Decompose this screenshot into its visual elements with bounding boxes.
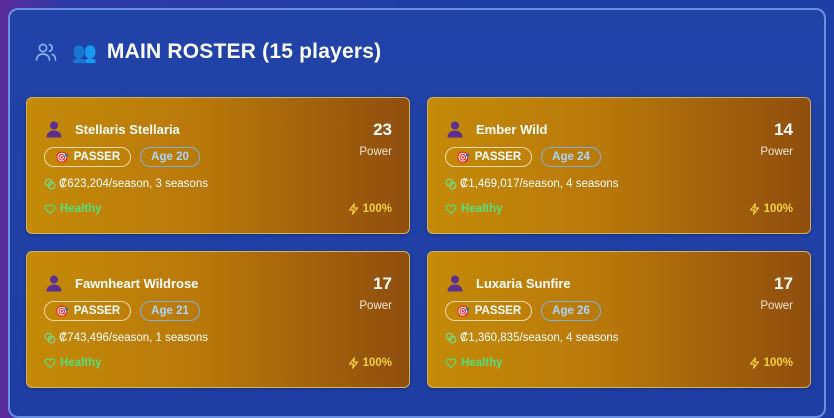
position-label: PASSER xyxy=(474,151,522,163)
player-name-row: Ember Wild xyxy=(446,120,547,138)
age-badge: Age 21 xyxy=(140,301,200,321)
person-icon xyxy=(46,275,62,292)
age-badge: Age 26 xyxy=(541,301,601,321)
target-icon: 🎯 xyxy=(456,151,470,164)
energy-text: 100% xyxy=(763,203,793,215)
power-label: Power xyxy=(760,300,793,312)
power-label: Power xyxy=(359,146,392,158)
lightning-icon xyxy=(749,203,759,215)
health-status: Healthy xyxy=(44,357,102,369)
salary-row: ₡1,469,017/season, 4 seasons xyxy=(445,178,619,190)
health-text: Healthy xyxy=(461,203,503,215)
player-name-row: Luxaria Sunfire xyxy=(446,274,571,292)
roster-title: MAIN ROSTER (15 players) xyxy=(106,40,382,63)
position-badge: 🎯 PASSER xyxy=(44,147,132,167)
position-label: PASSER xyxy=(474,305,522,317)
power-value: 17 xyxy=(774,274,793,293)
player-name: Stellaris Stellaria xyxy=(75,121,180,137)
energy-status: 100% xyxy=(348,357,392,369)
player-name: Luxaria Sunfire xyxy=(476,275,571,291)
player-name: Ember Wild xyxy=(476,121,548,137)
money-icon xyxy=(44,178,56,190)
heart-icon xyxy=(44,204,56,215)
player-card[interactable]: Ember Wild 🎯 PASSER Age 24 ₡1,469,017/sea… xyxy=(427,97,811,234)
position-badge: 🎯 PASSER xyxy=(445,301,533,321)
money-icon xyxy=(44,332,56,344)
person-icon xyxy=(46,121,62,138)
energy-status: 100% xyxy=(749,357,793,369)
health-text: Healthy xyxy=(461,357,503,369)
energy-text: 100% xyxy=(362,357,392,369)
power-value: 14 xyxy=(774,120,793,139)
power-value: 17 xyxy=(373,274,392,293)
lightning-icon xyxy=(749,357,759,369)
health-text: Healthy xyxy=(60,357,102,369)
money-icon xyxy=(445,332,457,344)
position-label: PASSER xyxy=(73,305,121,317)
player-card[interactable]: Fawnheart Wildrose 🎯 PASSER Age 21 ₡743,4… xyxy=(26,251,410,388)
health-status: Healthy xyxy=(445,203,503,215)
salary-row: ₡1,360,835/season, 4 seasons xyxy=(445,332,619,344)
heart-icon xyxy=(44,358,56,369)
users-icon xyxy=(35,43,57,61)
energy-text: 100% xyxy=(763,357,793,369)
heart-icon xyxy=(445,358,457,369)
roster-header: 👥 MAIN ROSTER (15 players) xyxy=(34,34,381,70)
person-icon xyxy=(447,275,463,292)
lightning-icon xyxy=(348,203,358,215)
salary-text: ₡1,469,017/season, 4 seasons xyxy=(460,178,619,190)
age-badge: Age 20 xyxy=(140,147,200,167)
power-label: Power xyxy=(359,300,392,312)
salary-text: ₡623,204/season, 3 seasons xyxy=(59,178,208,190)
heart-icon xyxy=(445,204,457,215)
lightning-icon xyxy=(348,357,358,369)
player-card[interactable]: Stellaris Stellaria 🎯 PASSER Age 20 ₡623,… xyxy=(26,97,410,234)
power-value: 23 xyxy=(373,120,392,139)
player-name-row: Fawnheart Wildrose xyxy=(45,274,198,292)
salary-row: ₡743,496/season, 1 seasons xyxy=(44,332,208,344)
salary-row: ₡623,204/season, 3 seasons xyxy=(44,178,208,190)
target-icon: 🎯 xyxy=(55,151,69,164)
person-icon xyxy=(447,121,463,138)
salary-text: ₡743,496/season, 1 seasons xyxy=(59,332,208,344)
player-name-row: Stellaris Stellaria xyxy=(45,120,180,138)
money-icon xyxy=(445,178,457,190)
position-badge: 🎯 PASSER xyxy=(445,147,533,167)
people-emoji-icon: 👥 xyxy=(72,41,97,64)
energy-text: 100% xyxy=(362,203,392,215)
player-card[interactable]: Luxaria Sunfire 🎯 PASSER Age 26 ₡1,360,83… xyxy=(427,251,811,388)
energy-status: 100% xyxy=(348,203,392,215)
health-text: Healthy xyxy=(60,203,102,215)
position-label: PASSER xyxy=(73,151,121,163)
target-icon: 🎯 xyxy=(55,305,69,318)
power-label: Power xyxy=(760,146,793,158)
health-status: Healthy xyxy=(445,357,503,369)
position-badge: 🎯 PASSER xyxy=(44,301,132,321)
health-status: Healthy xyxy=(44,203,102,215)
age-badge: Age 24 xyxy=(541,147,601,167)
player-name: Fawnheart Wildrose xyxy=(75,275,199,291)
salary-text: ₡1,360,835/season, 4 seasons xyxy=(460,332,619,344)
energy-status: 100% xyxy=(749,203,793,215)
target-icon: 🎯 xyxy=(456,305,470,318)
